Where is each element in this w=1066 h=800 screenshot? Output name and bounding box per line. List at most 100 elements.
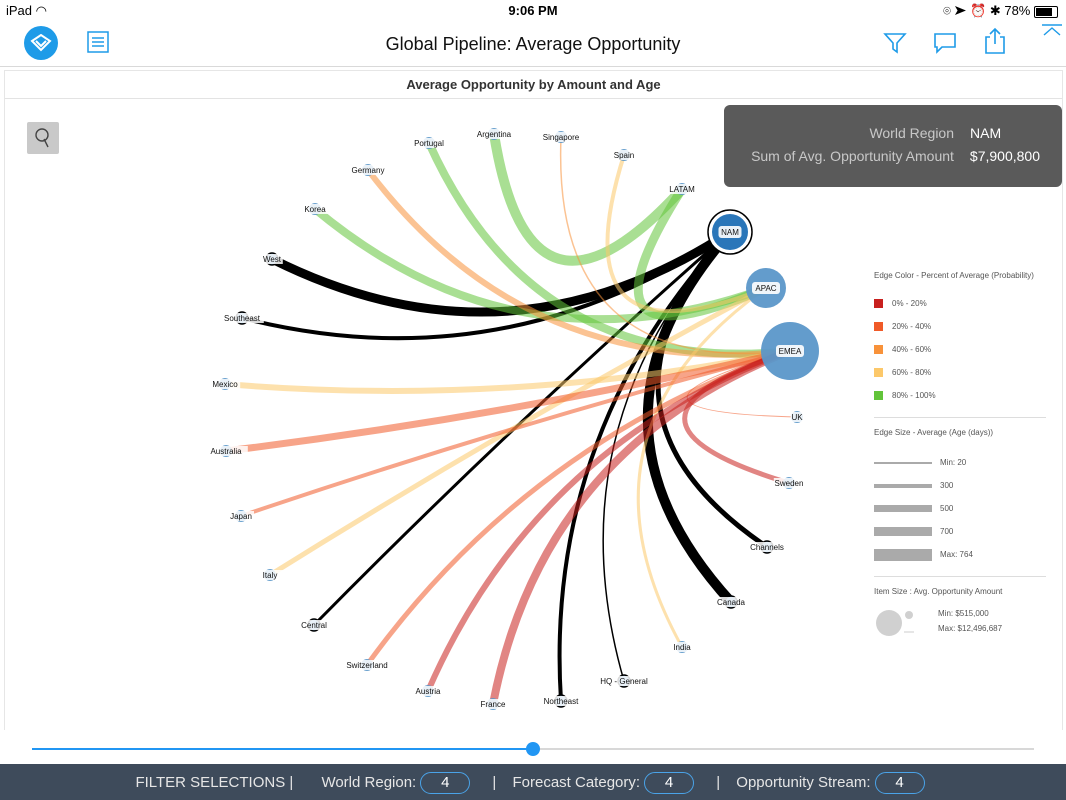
legend-item-max: Max: $12,496,687 bbox=[938, 624, 1003, 633]
node-label: Mexico bbox=[212, 380, 238, 389]
graph-node[interactable]: Italy bbox=[257, 569, 283, 581]
graph-node[interactable]: Canada bbox=[715, 595, 747, 609]
battery-icon bbox=[1034, 5, 1058, 18]
legend-color-label: 40% - 60% bbox=[892, 345, 932, 354]
node-label: Switzerland bbox=[346, 661, 387, 670]
node-label: Italy bbox=[263, 571, 278, 580]
legend-size-bar bbox=[874, 548, 932, 561]
legend-color-item: 40% - 60% bbox=[874, 338, 1046, 361]
legend-size-item: 700 bbox=[874, 520, 1046, 543]
network-graph[interactable]: Argentina Singapore Portugal Spain Germany LA… bbox=[5, 91, 865, 731]
clock: 9:06 PM bbox=[508, 3, 558, 18]
graph-node[interactable]: Portugal bbox=[409, 137, 449, 149]
tooltip-value-amount: $7,900,800 bbox=[969, 148, 1040, 164]
legend-size-item: 300 bbox=[874, 474, 1046, 497]
node-label: India bbox=[673, 643, 691, 652]
node-label: Korea bbox=[304, 205, 326, 214]
graph-node[interactable]: Southeast bbox=[220, 311, 264, 325]
legend-item-title: Item Size : Avg. Opportunity Amount bbox=[874, 587, 1003, 596]
slider-thumb[interactable] bbox=[526, 742, 540, 756]
graph-node[interactable]: Northeast bbox=[539, 694, 583, 708]
node-label: Southeast bbox=[224, 314, 261, 323]
legend: Edge Color - Percent of Average (Probabi… bbox=[874, 271, 1046, 640]
node-label: APAC bbox=[755, 284, 776, 293]
graph-node[interactable]: LATAM bbox=[669, 183, 695, 195]
timeline-slider[interactable] bbox=[0, 730, 1066, 764]
filter-world-region[interactable]: World Region: 4 bbox=[321, 772, 476, 794]
legend-color-swatch bbox=[874, 391, 883, 400]
graph-node[interactable]: West bbox=[261, 252, 283, 266]
legend-size-label: Max: 764 bbox=[940, 550, 973, 559]
graph-node[interactable]: UK bbox=[790, 411, 804, 423]
legend-size-label: Min: 20 bbox=[940, 458, 967, 467]
legend-size-label: 500 bbox=[940, 504, 954, 513]
node-label: LATAM bbox=[669, 185, 695, 194]
filter-forecast-category-count[interactable]: 4 bbox=[644, 772, 695, 794]
legend-color-swatch bbox=[874, 345, 883, 354]
node-label: HQ - General bbox=[600, 677, 648, 686]
graph-node[interactable]: Australia bbox=[204, 445, 248, 457]
legend-color-item: 0% - 20% bbox=[874, 292, 1046, 315]
filter-bar: FILTER SELECTIONS | World Region: 4 | For… bbox=[0, 764, 1066, 800]
node-label: Spain bbox=[614, 151, 634, 160]
comment-icon[interactable] bbox=[932, 30, 958, 56]
graph-node[interactable]: Singapore bbox=[539, 131, 583, 143]
nav-bar: Global Pipeline: Average Opportunity bbox=[0, 22, 1066, 67]
graph-node[interactable]: NAM bbox=[707, 209, 753, 255]
graph-node[interactable]: France bbox=[477, 698, 509, 710]
legend-size-bar bbox=[874, 461, 932, 464]
filter-selections-label: FILTER SELECTIONS | bbox=[135, 774, 294, 791]
collapse-icon[interactable] bbox=[1040, 22, 1064, 38]
node-label: Sweden bbox=[775, 479, 804, 488]
graph-node[interactable]: HQ - General bbox=[595, 674, 653, 688]
node-label: Australia bbox=[210, 447, 242, 456]
node-label: France bbox=[481, 700, 506, 709]
graph-node[interactable]: APAC bbox=[746, 268, 786, 308]
graph-node[interactable]: Japan bbox=[228, 510, 254, 522]
legend-size-bar bbox=[874, 505, 932, 512]
graph-node[interactable]: Spain bbox=[611, 149, 637, 161]
filter-icon[interactable] bbox=[882, 30, 908, 56]
legend-color-item: 80% - 100% bbox=[874, 384, 1046, 407]
legend-size-item: 500 bbox=[874, 497, 1046, 520]
graph-node[interactable]: Central bbox=[296, 618, 332, 632]
graph-node[interactable]: Argentina bbox=[472, 128, 516, 140]
node-label: Austria bbox=[416, 687, 441, 696]
graph-edge[interactable] bbox=[239, 349, 792, 518]
legend-color-label: 20% - 40% bbox=[892, 322, 932, 331]
slider-fill bbox=[32, 748, 533, 750]
filter-world-region-count[interactable]: 4 bbox=[420, 772, 471, 794]
filter-opportunity-stream[interactable]: Opportunity Stream: 4 bbox=[736, 772, 930, 794]
node-label: Channels bbox=[750, 543, 784, 552]
graph-node[interactable]: Switzerland bbox=[340, 659, 394, 671]
legend-color-item: 20% - 40% bbox=[874, 315, 1046, 338]
legend-color-label: 0% - 20% bbox=[892, 299, 927, 308]
status-bar: iPad ◠ 9:06 PM ⌾ ➤ ⏰ ✱ 78% bbox=[0, 0, 1066, 22]
chart-title: Average Opportunity by Amount and Age bbox=[406, 77, 661, 92]
legend-color-swatch bbox=[874, 322, 883, 331]
graph-node[interactable]: Austria bbox=[410, 685, 446, 697]
graph-node[interactable]: Sweden bbox=[773, 477, 805, 489]
legend-color-title: Edge Color - Percent of Average (Probabi… bbox=[874, 271, 1034, 280]
node-label: Argentina bbox=[477, 130, 512, 139]
node-label: Portugal bbox=[414, 139, 444, 148]
graph-node[interactable]: Channels bbox=[747, 540, 787, 554]
legend-item-min: Min: $515,000 bbox=[938, 609, 989, 618]
node-label: West bbox=[263, 255, 282, 264]
filter-opportunity-stream-count[interactable]: 4 bbox=[874, 772, 925, 794]
graph-node[interactable]: EMEA bbox=[761, 322, 819, 380]
graph-node[interactable]: Mexico bbox=[209, 378, 241, 390]
graph-node[interactable]: Korea bbox=[302, 203, 328, 215]
graph-edge[interactable] bbox=[267, 285, 769, 578]
battery-indicator: ⌾ ➤ ⏰ ✱ 78% bbox=[943, 3, 1058, 19]
tooltip-value-region: NAM bbox=[970, 125, 1002, 141]
filter-forecast-category[interactable]: Forecast Category: 4 bbox=[512, 772, 700, 794]
legend-size-bar bbox=[874, 527, 932, 536]
graph-node[interactable]: India bbox=[669, 641, 695, 653]
node-label: Northeast bbox=[544, 697, 579, 706]
legend-size-label: 300 bbox=[940, 481, 954, 490]
graph-node[interactable]: Germany bbox=[350, 164, 386, 176]
share-icon[interactable] bbox=[982, 26, 1008, 56]
legend-size-title: Edge Size - Average (Age (days)) bbox=[874, 428, 994, 437]
legend-color-swatch bbox=[874, 299, 883, 308]
